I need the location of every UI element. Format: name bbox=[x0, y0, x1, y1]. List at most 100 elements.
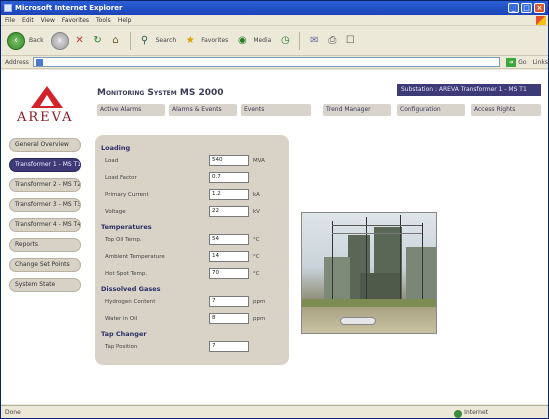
edit-page-icon[interactable]: ☐ bbox=[343, 34, 357, 48]
print-icon[interactable]: ⎙ bbox=[325, 34, 339, 48]
sidebar-item[interactable]: Change Set Points bbox=[9, 258, 81, 272]
nav-events[interactable]: Events bbox=[241, 104, 311, 116]
internet-zone-icon bbox=[454, 409, 463, 418]
measurement-label: Voltage bbox=[105, 209, 126, 215]
measurement-row: Ambient Temperature 14 °C bbox=[101, 251, 283, 263]
measurement-value-field[interactable]: 14 bbox=[209, 251, 249, 262]
measurement-unit: °C bbox=[253, 237, 260, 243]
nav-trend-manager[interactable]: Trend Manager bbox=[323, 104, 391, 116]
window-title: Microsoft Internet Explorer bbox=[15, 4, 123, 12]
address-label: Address bbox=[5, 58, 29, 66]
sidebar-item[interactable]: Transformer 3 - MS T3 bbox=[9, 198, 81, 212]
maximize-button[interactable]: □ bbox=[521, 3, 532, 13]
sidebar-item[interactable]: Transformer 4 - MS T4 bbox=[9, 218, 81, 232]
areva-logo[interactable]: AREVA bbox=[17, 86, 77, 125]
search-label[interactable]: Search bbox=[156, 37, 177, 44]
nav-configuration[interactable]: Configuration bbox=[397, 104, 465, 116]
window-controls: _ □ × bbox=[508, 3, 545, 13]
sidebar-item[interactable]: Transformer 2 - MS T2 bbox=[9, 178, 81, 192]
menu-edit[interactable]: Edit bbox=[22, 15, 34, 25]
sidebar-item[interactable]: System State bbox=[9, 278, 81, 292]
unit-selector[interactable]: Substation : AREVA Transformer 1 - MS T1 bbox=[397, 84, 541, 96]
measurement-value-field[interactable]: 22 bbox=[209, 206, 249, 217]
sidebar-item[interactable]: General Overview bbox=[9, 138, 81, 152]
menu-tools[interactable]: Tools bbox=[96, 15, 111, 25]
measurement-label: Ambient Temperature bbox=[105, 254, 165, 260]
page-icon bbox=[35, 59, 43, 66]
media-label[interactable]: Media bbox=[253, 37, 271, 44]
measurement-row: Water in Oil 8 ppm bbox=[101, 313, 283, 325]
nav-alarms-events[interactable]: Alarms & Events bbox=[169, 104, 237, 116]
measurement-value-field[interactable]: 540 bbox=[209, 155, 249, 166]
measurement-unit: °C bbox=[253, 271, 260, 277]
history-icon[interactable]: ◷ bbox=[278, 34, 292, 48]
refresh-icon[interactable]: ↻ bbox=[91, 34, 105, 48]
measurement-row: Hot Spot Temp. 70 °C bbox=[101, 268, 283, 280]
close-button[interactable]: × bbox=[534, 3, 545, 13]
menu-view[interactable]: View bbox=[41, 15, 55, 25]
measurement-value-field[interactable]: 0.7 bbox=[209, 172, 249, 183]
address-input[interactable] bbox=[32, 57, 501, 67]
measurement-unit: MVA bbox=[253, 158, 265, 164]
back-arrow-icon[interactable]: ‹ bbox=[7, 31, 25, 50]
measurement-value-field[interactable]: 7 bbox=[209, 341, 249, 352]
section-title: Loading bbox=[101, 144, 131, 152]
go-arrow-icon: ➜ bbox=[506, 57, 517, 67]
status-text: Done bbox=[5, 409, 21, 416]
ie-icon bbox=[4, 4, 12, 12]
measurement-unit: ppm bbox=[253, 299, 266, 305]
measurement-value-field[interactable]: 7 bbox=[209, 296, 249, 307]
measurement-label: Top Oil Temp. bbox=[105, 237, 142, 243]
substation-photo bbox=[301, 212, 437, 334]
measurement-label: Hydrogen Content bbox=[105, 299, 156, 305]
forward-arrow-icon[interactable]: › bbox=[50, 31, 69, 50]
mail-icon[interactable]: ✉ bbox=[307, 34, 321, 48]
measurements-panel: Loading Load 540 MVA Load Factor 0.7 Primary C… bbox=[95, 135, 289, 365]
minimize-button[interactable]: _ bbox=[508, 3, 519, 13]
status-bar: Done Internet bbox=[1, 405, 548, 418]
menu-favorites[interactable]: Favorites bbox=[62, 15, 89, 25]
menu-help[interactable]: Help bbox=[118, 15, 132, 25]
measurement-value-field[interactable]: 8 bbox=[209, 313, 249, 324]
measurement-value-field[interactable]: 70 bbox=[209, 268, 249, 279]
toolbar: ‹ Back › ✕ ↻ ⌂ ⚲ Search ★ Favorites ◉ Me… bbox=[1, 26, 548, 56]
measurement-value-field[interactable]: 54 bbox=[209, 234, 249, 245]
measurement-row: Hydrogen Content 7 ppm bbox=[101, 296, 283, 308]
nav-active-alarms[interactable]: Active Alarms bbox=[97, 104, 165, 116]
media-icon[interactable]: ◉ bbox=[235, 34, 249, 48]
top-navigation: Active Alarms Alarms & Events Events Tre… bbox=[97, 104, 541, 116]
measurement-label: Water in Oil bbox=[105, 316, 138, 322]
address-bar: Address ➜ Go Links bbox=[1, 56, 548, 69]
sidebar-item[interactable]: Reports bbox=[9, 238, 81, 252]
go-label: Go bbox=[518, 58, 527, 66]
measurement-unit: °C bbox=[253, 254, 260, 260]
security-zone: Internet bbox=[454, 406, 488, 419]
toolbar-separator bbox=[299, 31, 301, 50]
search-icon[interactable]: ⚲ bbox=[138, 34, 152, 48]
sidebar-item[interactable]: Transformer 1 - MS T1 bbox=[9, 158, 81, 172]
menu-file[interactable]: File bbox=[5, 15, 15, 25]
browser-window: Microsoft Internet Explorer _ □ × File E… bbox=[0, 0, 549, 419]
measurement-label: Primary Current bbox=[105, 192, 149, 198]
side-navigation: General Overview Transformer 1 - MS T1 Tra… bbox=[9, 138, 81, 298]
zone-label: Internet bbox=[464, 409, 488, 416]
nav-access-rights[interactable]: Access Rights bbox=[471, 104, 541, 116]
measurement-unit: ppm bbox=[253, 316, 266, 322]
measurement-value-field[interactable]: 1.2 bbox=[209, 189, 249, 200]
measurement-label: Load bbox=[105, 158, 119, 164]
measurement-row: Load 540 MVA bbox=[101, 155, 283, 167]
go-button[interactable]: ➜ Go bbox=[506, 57, 527, 67]
title-bar: Microsoft Internet Explorer _ □ × bbox=[1, 1, 548, 15]
toolbar-separator bbox=[129, 31, 131, 50]
measurement-row: Tap Position 7 bbox=[101, 341, 283, 353]
measurement-row: Voltage 22 kV bbox=[101, 206, 283, 218]
home-icon[interactable]: ⌂ bbox=[109, 34, 123, 48]
measurement-label: Tap Position bbox=[105, 344, 138, 350]
web-page: AREVA Monitoring System MS 2000 Substati… bbox=[1, 70, 548, 404]
favorites-label[interactable]: Favorites bbox=[201, 37, 228, 44]
measurement-row: Top Oil Temp. 54 °C bbox=[101, 234, 283, 246]
favorites-star-icon[interactable]: ★ bbox=[183, 34, 197, 48]
stop-icon[interactable]: ✕ bbox=[73, 34, 87, 48]
links-label[interactable]: Links bbox=[533, 59, 548, 66]
back-label[interactable]: Back bbox=[29, 37, 44, 44]
